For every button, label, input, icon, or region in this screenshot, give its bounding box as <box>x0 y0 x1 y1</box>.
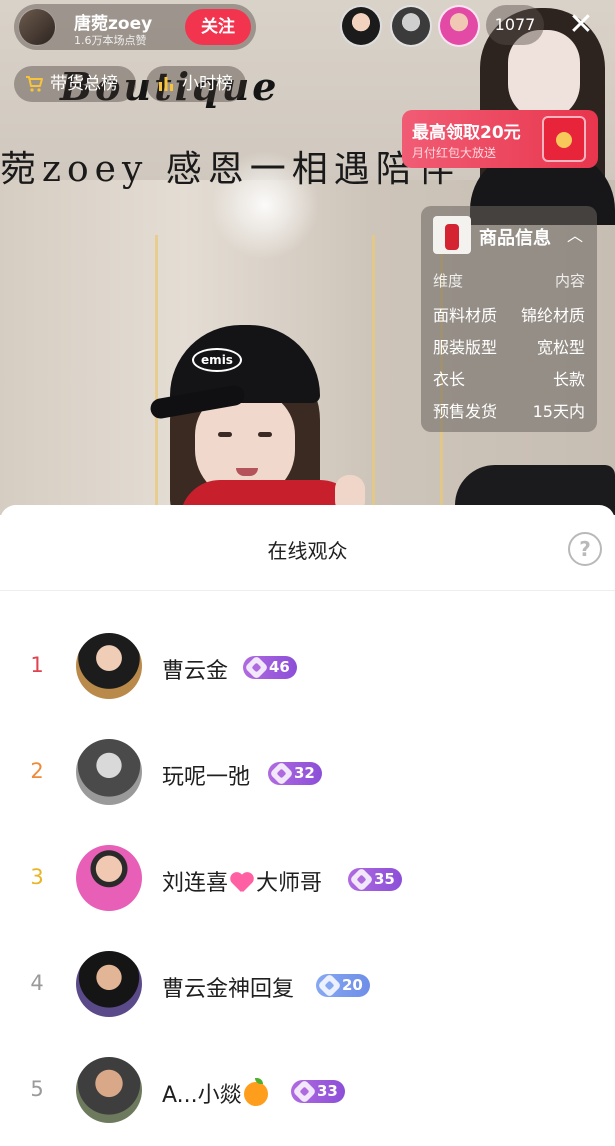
viewer-name: 玩呢一弛 <box>162 765 251 790</box>
viewer-name: 刘连喜 大师哥 <box>162 865 322 897</box>
spec-value: 长款 <box>552 370 585 389</box>
hourly-ranking-button[interactable]: 小时榜 <box>146 66 246 102</box>
level-number: 35 <box>374 870 395 888</box>
spec-key: 服装版型 <box>433 338 498 357</box>
spec-header-key: 维度 <box>433 272 464 290</box>
audience-row[interactable]: 3 刘连喜 大师哥 35 <box>0 845 615 919</box>
level-badge: 32 <box>268 761 322 786</box>
close-icon[interactable]: ✕ <box>562 6 600 44</box>
cart-icon <box>26 76 43 92</box>
viewer-name: 曹云金 <box>162 659 229 684</box>
red-envelope-icon <box>542 116 586 162</box>
spec-header-value: 内容 <box>554 272 585 290</box>
product-thumbnail <box>433 216 471 254</box>
audience-row[interactable]: 4 曹云金神回复 20 <box>0 951 615 1025</box>
viewer-name-part: A...小燚 <box>162 1083 242 1108</box>
viewer-name-part: 大师哥 <box>256 871 323 896</box>
spec-value: 锦纶材质 <box>520 306 585 325</box>
avatar[interactable] <box>76 1057 142 1123</box>
level-number: 20 <box>342 976 363 994</box>
host-avatar[interactable] <box>18 8 56 46</box>
rank-number: 1 <box>30 653 44 677</box>
avatar[interactable] <box>76 633 142 699</box>
product-info-title: 商品信息 <box>479 228 551 249</box>
red-packet-subtitle: 月付红包大放送 <box>412 146 497 160</box>
host-name: 唐菀zoey <box>74 14 153 34</box>
level-badge: 35 <box>348 867 402 892</box>
rank-number: 2 <box>30 759 44 783</box>
avatar[interactable] <box>76 951 142 1017</box>
lamp-strip <box>372 235 375 505</box>
spec-value: 宽松型 <box>536 338 585 357</box>
presenter-figure: emis <box>140 320 370 515</box>
level-badge: 20 <box>316 973 370 998</box>
viewer-name: 曹云金神回复 <box>162 977 295 1002</box>
sheet-title: 在线观众 <box>267 539 348 563</box>
chevron-up-icon[interactable]: ︿ <box>567 222 583 246</box>
level-number: 46 <box>269 658 290 676</box>
viewer-name: A...小燚 <box>162 1077 268 1109</box>
top-viewer-avatar[interactable] <box>438 5 480 47</box>
cap-logo: emis <box>192 348 242 372</box>
tangerine-icon <box>243 1078 268 1106</box>
gem-icon <box>269 761 294 786</box>
follow-button[interactable]: 关注 <box>185 9 251 45</box>
level-badge: 46 <box>243 655 297 680</box>
banner-handwriting: 菀zoey 感恩一相遇陪伴 <box>0 149 460 190</box>
viewer-name-part: 刘连喜 <box>162 871 229 896</box>
level-number: 33 <box>317 1082 338 1100</box>
audience-row[interactable]: 2 玩呢一弛 32 <box>0 739 615 813</box>
spec-key: 面料材质 <box>433 306 498 325</box>
level-number: 32 <box>294 764 315 782</box>
audience-row[interactable]: 5 A...小燚 33 <box>0 1057 615 1131</box>
rank-number: 3 <box>30 865 44 889</box>
bar-chart-icon <box>159 77 173 91</box>
avatar[interactable] <box>76 739 142 805</box>
hourly-ranking-label: 小时榜 <box>182 74 233 94</box>
divider <box>0 590 615 591</box>
red-packet-banner[interactable]: 最高领取20元 月付红包大放送 <box>402 110 598 168</box>
online-audience-sheet: 在线观众 ? 1 曹云金 46 2 玩呢一弛 32 3 刘连喜 大师哥 35 4… <box>0 505 615 1146</box>
rank-number: 4 <box>30 971 44 995</box>
spec-row: 服装版型 宽松型 <box>433 334 585 358</box>
gem-icon <box>244 655 269 680</box>
gem-icon <box>349 867 374 892</box>
avatar[interactable] <box>76 845 142 911</box>
rank-number: 5 <box>30 1077 44 1101</box>
spec-row: 预售发货 15天内 <box>433 398 585 422</box>
spec-header-row: 维度 内容 <box>433 270 585 294</box>
spec-key: 预售发货 <box>433 402 498 421</box>
spec-key: 衣长 <box>433 370 466 389</box>
audience-row[interactable]: 1 曹云金 46 <box>0 633 615 707</box>
gem-icon <box>317 973 342 998</box>
sales-ranking-button[interactable]: 带货总榜 <box>14 66 136 102</box>
product-info-card[interactable]: 商品信息 ︿ 维度 内容 面料材质 锦纶材质 服装版型 宽松型 衣长 长款 预售… <box>421 206 597 432</box>
help-icon[interactable]: ? <box>568 532 602 566</box>
sales-ranking-label: 带货总榜 <box>50 74 118 94</box>
sparkling-heart-icon <box>230 871 254 893</box>
viewer-count-button[interactable]: 1077 <box>486 5 544 45</box>
spec-value: 15天内 <box>532 402 585 421</box>
level-badge: 33 <box>291 1079 345 1104</box>
host-info-pill[interactable]: 唐菀zoey 1.6万本场点赞 关注 <box>14 4 256 50</box>
red-packet-title: 最高领取20元 <box>412 123 521 143</box>
top-viewer-avatar[interactable] <box>390 5 432 47</box>
top-viewer-avatar[interactable] <box>340 5 382 47</box>
gem-icon <box>292 1079 317 1104</box>
spec-row: 衣长 长款 <box>433 366 585 390</box>
spec-row: 面料材质 锦纶材质 <box>433 302 585 326</box>
host-like-count: 1.6万本场点赞 <box>74 34 147 47</box>
